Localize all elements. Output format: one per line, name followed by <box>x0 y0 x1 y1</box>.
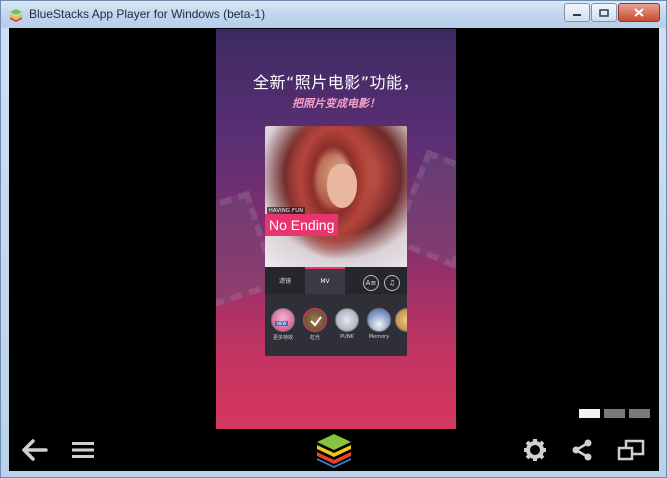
share-button[interactable] <box>566 434 598 466</box>
menu-button[interactable] <box>67 434 99 466</box>
maximize-button[interactable] <box>591 3 617 22</box>
effects-list: NEW 更多特效 虹光 PUNK Memory <box>265 294 407 356</box>
music-button[interactable]: ♫ <box>384 275 400 291</box>
back-button[interactable] <box>19 434 51 466</box>
close-button[interactable] <box>618 3 660 22</box>
minimize-button[interactable] <box>564 3 590 22</box>
window-title: BlueStacks App Player for Windows (beta-… <box>29 7 266 21</box>
minimize-icon <box>573 13 581 16</box>
emulator-nav-bar <box>9 429 659 471</box>
page-indicator-1[interactable] <box>579 409 600 418</box>
effect-partial[interactable] <box>395 308 407 332</box>
effect-rainbow[interactable]: 虹光 <box>301 308 329 341</box>
title-bar[interactable]: BlueStacks App Player for Windows (beta-… <box>1 1 666 28</box>
feature-preview-card: HAVING FUN No Ending 滤镜 MV A≡ ♫ NEW 更多特效 <box>265 126 407 356</box>
promo-headline: 全新“照片电影”功能， <box>252 73 420 92</box>
maximize-icon <box>599 8 609 17</box>
page-indicator-3[interactable] <box>629 409 650 418</box>
menu-icon <box>72 442 94 458</box>
settings-button[interactable] <box>519 434 551 466</box>
effect-memory[interactable]: Memory <box>365 308 393 340</box>
window-controls <box>563 3 660 23</box>
new-badge: NEW <box>275 321 289 326</box>
gear-icon <box>524 439 546 461</box>
effect-label: Memory <box>368 334 390 340</box>
effect-label: 虹光 <box>309 335 320 341</box>
effect-label: 更多特效 <box>272 335 293 341</box>
app-splash-screen[interactable]: 全新“照片电影”功能， 把照片变成电影！ HAVING FUN No Endin… <box>216 29 456 429</box>
preview-photo: HAVING FUN No Ending <box>265 126 407 267</box>
tab-filter[interactable]: 滤镜 <box>265 267 305 294</box>
bluestacks-app-icon <box>10 9 22 22</box>
back-arrow-icon <box>22 439 48 461</box>
photo-title: No Ending <box>265 214 339 236</box>
app-window: BlueStacks App Player for Windows (beta-… <box>0 0 667 478</box>
checkmark-icon <box>310 316 322 327</box>
close-icon <box>634 8 644 17</box>
effect-label: PUNK <box>340 334 354 340</box>
bluestacks-logo-icon <box>317 434 351 468</box>
page-indicator-2[interactable] <box>604 409 625 418</box>
promo-subline: 把照片变成电影！ <box>292 97 380 110</box>
emulator-screen: 全新“照片电影”功能， 把照片变成电影！ HAVING FUN No Endin… <box>9 28 659 471</box>
home-button[interactable] <box>314 432 354 468</box>
tab-mv[interactable]: MV <box>305 267 345 294</box>
text-style-button[interactable]: A≡ <box>363 275 379 291</box>
effect-more[interactable]: NEW 更多特效 <box>269 308 297 341</box>
share-icon <box>572 439 592 461</box>
window-mode-button[interactable] <box>615 434 647 466</box>
multi-window-icon <box>617 439 645 461</box>
editor-tabs: 滤镜 MV A≡ ♫ <box>265 267 407 294</box>
effect-punk[interactable]: PUNK <box>333 308 361 340</box>
